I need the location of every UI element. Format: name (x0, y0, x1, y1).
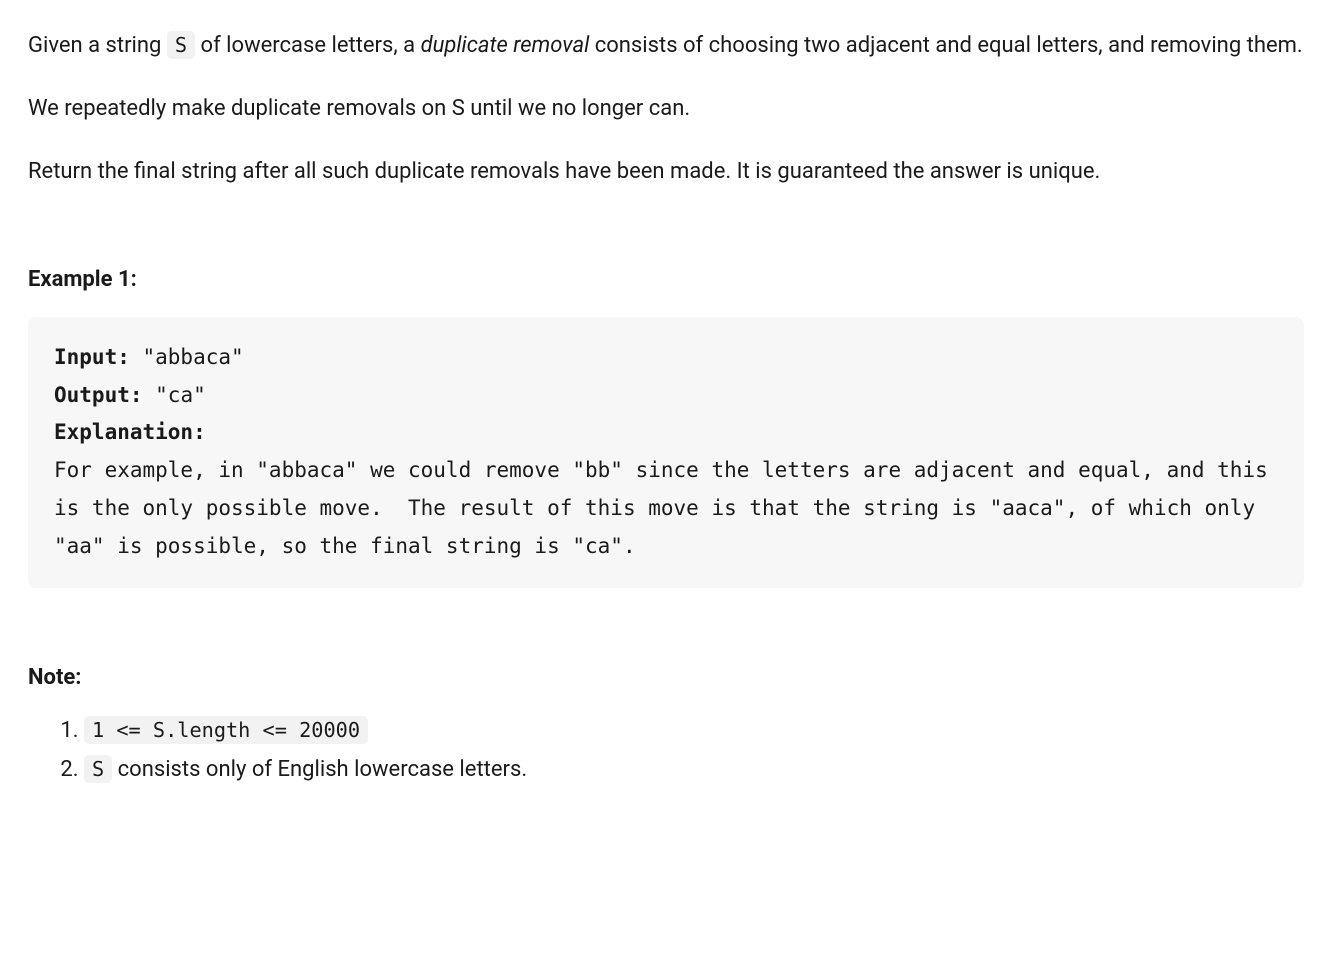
problem-paragraph-2: We repeatedly make duplicate removals on… (28, 91, 1304, 126)
example-block: Input: "abbaca" Output: "ca" Explanation… (28, 317, 1304, 588)
text-fragment: consists only of English lowercase lette… (112, 757, 527, 782)
input-label: Input: (54, 345, 130, 369)
text-fragment: consists of choosing two adjacent and eq… (589, 33, 1302, 58)
inline-code: 1 <= S.length <= 20000 (84, 716, 368, 744)
note-item-2: S consists only of English lowercase let… (84, 750, 1304, 789)
inline-code: S (167, 31, 195, 59)
inline-code: S (84, 755, 112, 783)
example-heading: Example 1: (28, 262, 1304, 297)
note-item-1: 1 <= S.length <= 20000 (84, 711, 1304, 750)
text-fragment: Given a string (28, 33, 167, 58)
note-heading: Note: (28, 660, 1304, 695)
input-value: "abbaca" (130, 345, 244, 369)
problem-paragraph-1: Given a string S of lowercase letters, a… (28, 28, 1304, 63)
emphasized-term: duplicate removal (421, 33, 590, 58)
problem-paragraph-3: Return the final string after all such d… (28, 154, 1304, 189)
output-label: Output: (54, 383, 143, 407)
explanation-label: Explanation: (54, 420, 206, 444)
notes-list: 1 <= S.length <= 20000 S consists only o… (28, 711, 1304, 789)
text-fragment: of lowercase letters, a (195, 33, 421, 58)
explanation-text: For example, in "abbaca" we could remove… (54, 458, 1280, 558)
output-value: "ca" (143, 383, 206, 407)
